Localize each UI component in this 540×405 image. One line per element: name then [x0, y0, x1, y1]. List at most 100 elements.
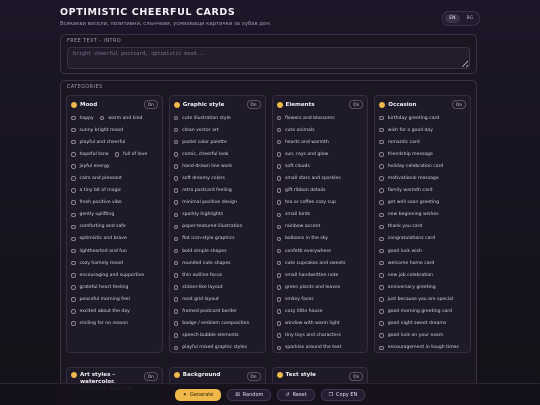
radio-icon[interactable] [276, 236, 281, 242]
option-item[interactable]: excited about the day [71, 306, 158, 318]
lang-bg-button[interactable]: BG [463, 14, 478, 23]
radio-icon[interactable] [173, 152, 179, 157]
option-item[interactable]: pastel color palette [173, 136, 261, 148]
option-item[interactable]: birthday greeting card [379, 112, 466, 124]
option-item[interactable]: cute cupcakes and sweets [276, 257, 364, 269]
radio-icon[interactable] [71, 297, 76, 302]
radio-icon[interactable] [379, 285, 384, 290]
option-item[interactable]: small birds [276, 209, 364, 221]
radio-icon[interactable] [276, 115, 281, 121]
option-item[interactable]: flowers and blossoms [276, 112, 364, 124]
option-item[interactable]: just because you are special [379, 293, 466, 305]
option-item[interactable]: clean vector art [173, 124, 261, 136]
radio-icon[interactable] [173, 309, 179, 314]
option-item[interactable]: peaceful morning feel [71, 293, 158, 305]
option-item[interactable]: green plants and leaves [276, 281, 364, 293]
category-on-toggle[interactable]: On [452, 100, 466, 109]
copy-button[interactable]: ❐ Copy EN [320, 388, 366, 401]
radio-icon[interactable] [173, 164, 179, 169]
radio-icon[interactable] [276, 309, 281, 314]
option-item[interactable]: joyful energy [71, 160, 158, 172]
option-item[interactable]: sunny bright mood [71, 124, 158, 136]
radio-icon[interactable] [379, 345, 384, 351]
option-item[interactable]: cute animals [276, 124, 364, 136]
free-text-input[interactable] [67, 47, 470, 69]
option-item[interactable]: balloons in the sky [276, 233, 364, 245]
radio-icon[interactable] [276, 248, 281, 254]
radio-icon[interactable] [276, 176, 281, 181]
radio-icon[interactable] [379, 127, 384, 133]
option-item[interactable]: motivational message [379, 172, 466, 184]
option-item[interactable]: a tiny bit of magic [71, 185, 158, 197]
option-item[interactable]: sparkles around the text [276, 342, 364, 354]
option-item[interactable]: tea or coffee cozy cup [276, 197, 364, 209]
radio-icon[interactable] [379, 333, 384, 338]
radio-icon[interactable] [173, 127, 179, 133]
radio-icon[interactable] [173, 200, 179, 205]
option-item[interactable]: thin outline focus [173, 269, 261, 281]
radio-icon[interactable] [71, 248, 76, 254]
radio-icon[interactable] [173, 321, 179, 326]
option-item[interactable]: comforting and safe [71, 221, 158, 233]
option-item[interactable]: cute illustration style [173, 112, 261, 124]
option-item[interactable]: congratulations card [379, 233, 466, 245]
option-item[interactable]: confetti everywhere [276, 245, 364, 257]
option-item[interactable]: anniversary greeting [379, 281, 466, 293]
radio-icon[interactable] [379, 188, 384, 193]
option-item[interactable]: playful mixed graphic styles [173, 342, 261, 354]
radio-icon[interactable] [71, 176, 76, 181]
radio-icon[interactable] [71, 260, 76, 266]
option-item[interactable]: fresh positive vibe [71, 197, 158, 209]
radio-icon[interactable] [173, 333, 179, 338]
radio-icon[interactable] [173, 139, 179, 145]
option-item[interactable]: tiny toys and characters [276, 330, 364, 342]
radio-icon[interactable] [173, 115, 179, 121]
option-item[interactable]: soft clouds [276, 160, 364, 172]
option-item[interactable]: playful and cheerful [71, 136, 158, 148]
radio-icon[interactable] [379, 297, 384, 302]
option-item[interactable]: rainbow accent [276, 221, 364, 233]
radio-icon[interactable] [173, 224, 179, 230]
option-item[interactable]: lighthearted and fun [71, 245, 158, 257]
radio-icon[interactable] [276, 139, 281, 145]
radio-icon[interactable] [71, 309, 76, 314]
option-item[interactable]: holiday celebration card [379, 160, 466, 172]
radio-icon[interactable] [173, 248, 179, 254]
category-on-toggle[interactable]: On [246, 100, 261, 109]
radio-icon[interactable] [71, 164, 76, 169]
radio-icon[interactable] [379, 115, 384, 121]
radio-icon[interactable] [276, 321, 281, 326]
radio-icon[interactable] [276, 212, 281, 218]
option-item[interactable]: thank you card [379, 221, 466, 233]
option-item[interactable]: family warmth card [379, 185, 466, 197]
radio-icon[interactable] [276, 260, 281, 266]
option-item[interactable]: romantic card [379, 136, 466, 148]
option-item[interactable]: neat grid layout [173, 293, 261, 305]
radio-icon[interactable] [99, 115, 105, 121]
option-item[interactable]: optimistic and brave [71, 233, 158, 245]
radio-icon[interactable] [276, 333, 281, 338]
option-item[interactable]: full of love [114, 148, 147, 160]
option-item[interactable]: retro postcard feeling [173, 185, 261, 197]
radio-icon[interactable] [379, 260, 384, 266]
option-item[interactable]: good luck on your exam [379, 330, 466, 342]
radio-icon[interactable] [173, 273, 179, 278]
radio-icon[interactable] [379, 212, 384, 218]
radio-icon[interactable] [379, 152, 384, 157]
radio-icon[interactable] [173, 188, 179, 193]
radio-icon[interactable] [71, 188, 76, 193]
generate-button[interactable]: ✦ Generate [174, 388, 222, 401]
radio-icon[interactable] [71, 224, 76, 230]
option-item[interactable]: badge / emblem composition [173, 318, 261, 330]
radio-icon[interactable] [71, 139, 76, 145]
radio-icon[interactable] [71, 152, 76, 157]
option-item[interactable]: happy [71, 112, 94, 124]
radio-icon[interactable] [379, 273, 384, 278]
option-item[interactable]: good night sweet dreams [379, 318, 466, 330]
radio-icon[interactable] [276, 273, 281, 278]
option-item[interactable]: sticker-like layout [173, 281, 261, 293]
option-item[interactable]: get well soon greeting [379, 197, 466, 209]
radio-icon[interactable] [71, 127, 76, 133]
radio-icon[interactable] [114, 152, 120, 157]
option-item[interactable]: framed postcard border [173, 306, 261, 318]
